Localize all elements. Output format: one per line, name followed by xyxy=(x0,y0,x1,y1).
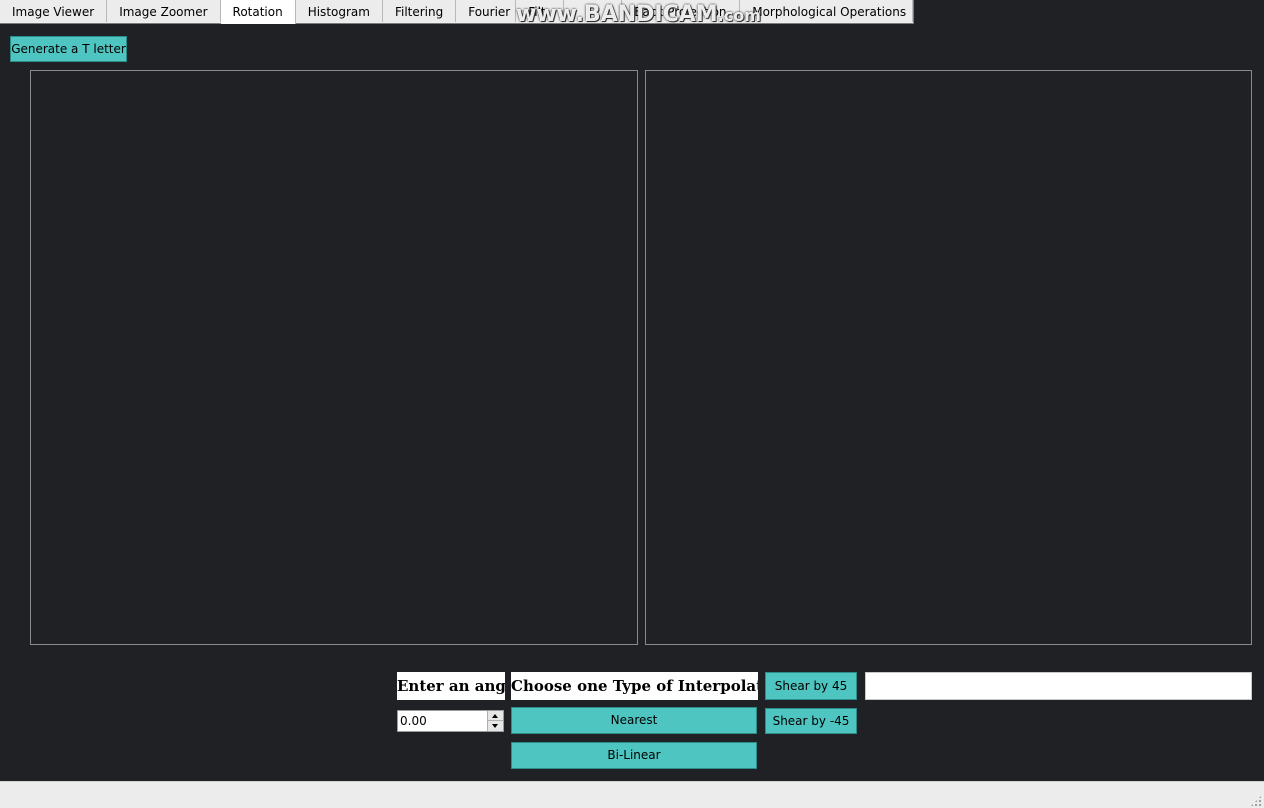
tab-histogram[interactable]: Histogram xyxy=(295,0,383,22)
output-field[interactable] xyxy=(865,672,1252,700)
tab-strip: Image Viewer Image Zoomer Rotation Histo… xyxy=(0,0,915,24)
interpolation-label: Choose one Type of Interpolation xyxy=(511,672,758,700)
tab-back-projection[interactable]: Back Projection xyxy=(622,0,741,22)
tab-image-zoomer[interactable]: Image Zoomer xyxy=(107,0,221,22)
angle-spinbox[interactable] xyxy=(397,710,504,732)
tab-hidden[interactable] xyxy=(564,0,623,22)
tab-fourier[interactable]: Fourier xyxy=(456,0,517,22)
resize-grip-icon[interactable] xyxy=(1250,795,1262,807)
nearest-button[interactable]: Nearest xyxy=(511,707,757,734)
generate-t-letter-button[interactable]: Generate a T letter xyxy=(10,36,127,62)
spin-down-button[interactable] xyxy=(488,721,503,731)
arrow-up-icon xyxy=(492,714,498,718)
tab-rotation[interactable]: Rotation xyxy=(220,0,296,24)
tab-morphological-operations[interactable]: Morphological Operations xyxy=(740,0,914,22)
tab-filt[interactable]: Filt xyxy=(516,0,565,22)
original-image-panel xyxy=(30,70,638,645)
tab-filtering[interactable]: Filtering xyxy=(382,0,457,22)
tab-image-viewer[interactable]: Image Viewer xyxy=(0,0,108,22)
angle-input[interactable] xyxy=(398,711,486,731)
spin-arrows xyxy=(487,711,503,731)
rotated-image-panel xyxy=(645,70,1252,645)
arrow-down-icon xyxy=(492,724,498,728)
angle-label: Enter an angle xyxy=(397,672,505,700)
bilinear-button[interactable]: Bi-Linear xyxy=(511,742,757,769)
tab-bar: Image Viewer Image Zoomer Rotation Histo… xyxy=(0,0,1264,27)
shear-minus-45-button[interactable]: Shear by -45 xyxy=(765,708,857,734)
shear-45-button[interactable]: Shear by 45 xyxy=(765,672,857,700)
status-bar xyxy=(0,781,1264,808)
spin-up-button[interactable] xyxy=(488,711,503,721)
